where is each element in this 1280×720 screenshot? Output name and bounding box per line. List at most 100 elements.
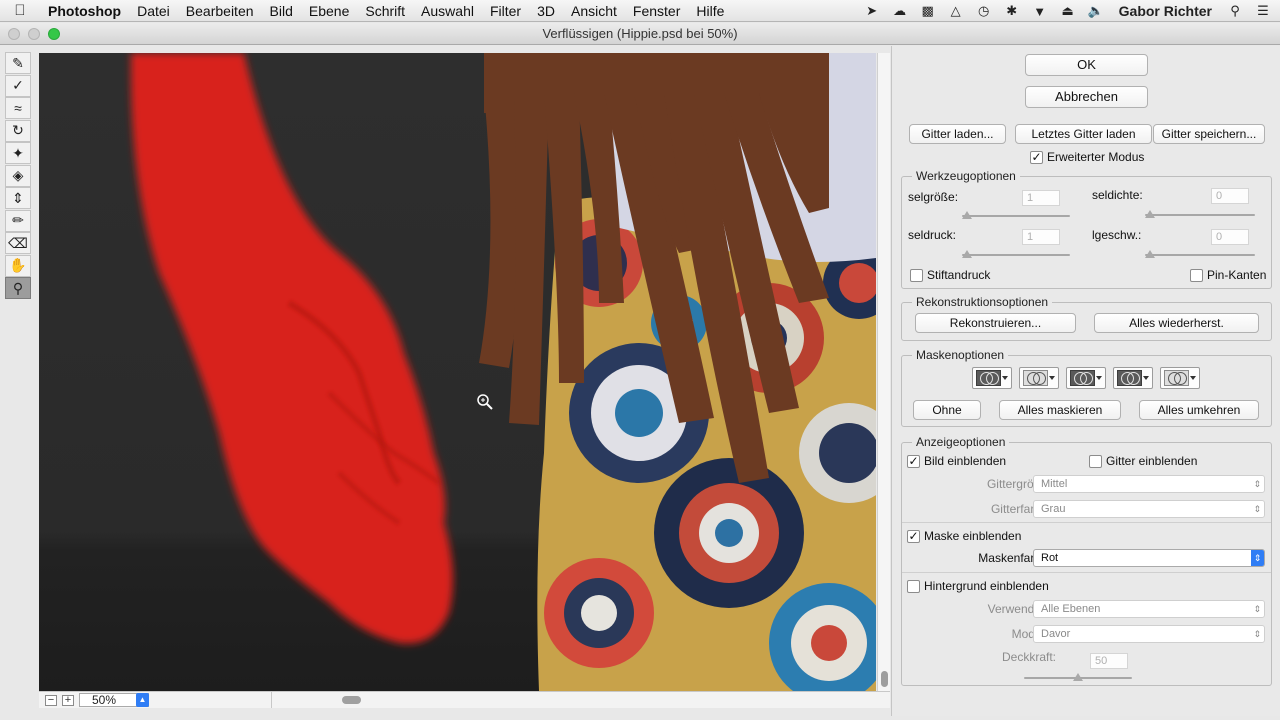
show-image-label: Bild einblenden — [924, 454, 1007, 468]
menu-auswahl[interactable]: Auswahl — [413, 0, 482, 22]
window-zoom-button[interactable] — [48, 28, 60, 40]
freeze-mask-tool-icon[interactable]: ✏ — [5, 209, 31, 232]
pin-edges-checkbox[interactable]: Pin-Kanten — [1190, 268, 1266, 282]
brush-rate-field[interactable]: 0 — [1211, 229, 1249, 245]
vertical-scrollbar[interactable] — [877, 53, 890, 691]
cancel-button[interactable]: Abbrechen — [1025, 86, 1148, 108]
opacity-label: Deckkraft: — [1001, 650, 1056, 664]
bluetooth-icon[interactable]: ✱ — [1003, 3, 1021, 19]
advanced-mode-label: Erweiterter Modus — [1047, 150, 1145, 164]
brush-density-slider[interactable] — [1145, 210, 1255, 219]
airplay-icon[interactable]: △ — [947, 3, 965, 19]
spotlight-search-icon[interactable]: ⚲ — [1226, 3, 1244, 19]
reconstruct-button[interactable]: Rekonstruieren... — [915, 313, 1076, 333]
zoom-out-button[interactable]: − — [45, 695, 57, 706]
menu-3d[interactable]: 3D — [529, 0, 563, 22]
window-close-button[interactable] — [8, 28, 20, 40]
zoom-stepper-icon[interactable]: ▲ — [136, 693, 149, 707]
horizontal-scroll-thumb[interactable] — [342, 696, 361, 704]
show-mask-checkbox[interactable]: ✓ Maske einblenden — [907, 529, 1021, 543]
chevron-down-icon — [1096, 376, 1102, 380]
mask-subtract-selection-button[interactable] — [1066, 367, 1106, 389]
advanced-mode-checkbox[interactable]: ✓ Erweiterter Modus — [1030, 150, 1144, 164]
window-minimize-button[interactable] — [28, 28, 40, 40]
canvas-status-bar: − + 50% ▲ — [39, 691, 890, 708]
opacity-field[interactable]: 50 — [1090, 653, 1128, 669]
tool-options-title: Werkzeugoptionen — [912, 169, 1020, 183]
brush-size-field[interactable]: 1 — [1022, 190, 1060, 206]
pucker-tool-icon[interactable]: ✦ — [5, 142, 31, 164]
thaw-mask-tool-icon[interactable]: ⌫ — [5, 232, 31, 254]
mask-intersect-selection-button[interactable] — [1113, 367, 1153, 389]
hand-tool-icon[interactable]: ✋ — [5, 254, 31, 277]
menu-ansicht[interactable]: Ansicht — [563, 0, 625, 22]
save-mesh-button[interactable]: Gitter speichern... — [1153, 124, 1265, 144]
mask-add-selection-button[interactable] — [1019, 367, 1059, 389]
opacity-slider[interactable] — [1024, 673, 1132, 682]
pin-edges-box — [1190, 268, 1203, 282]
zoom-tool-icon[interactable]: ⚲ — [5, 277, 31, 299]
ok-button[interactable]: OK — [1025, 54, 1148, 76]
eject-icon[interactable]: ⏏ — [1059, 3, 1077, 19]
show-mesh-label: Gitter einblenden — [1106, 454, 1198, 468]
stylus-pressure-checkbox[interactable]: Stiftandruck — [910, 268, 990, 282]
mask-color-select[interactable]: Rot ⇕ — [1033, 549, 1265, 567]
brush-rate-label: lgeschw.: — [1092, 228, 1142, 242]
mask-add-icon — [1023, 370, 1048, 386]
bloat-tool-icon[interactable]: ◈ — [5, 164, 31, 187]
reconstruct-tool-icon[interactable]: ✓ — [5, 74, 31, 97]
brush-pressure-slider[interactable] — [962, 250, 1070, 259]
load-last-mesh-button[interactable]: Letztes Gitter laden — [1015, 124, 1152, 144]
mask-all-button[interactable]: Alles maskieren — [999, 400, 1121, 420]
mask-invert-selection-button[interactable] — [1160, 367, 1200, 389]
user-name[interactable]: Gabor Richter — [1115, 3, 1216, 19]
mode-select[interactable]: Davor ⇕ — [1033, 625, 1265, 643]
notification-center-icon[interactable]: ☰ — [1254, 3, 1272, 19]
mask-replace-icon — [976, 370, 1001, 386]
mask-none-button[interactable]: Ohne — [913, 400, 981, 420]
menu-bearbeiten[interactable]: Bearbeiten — [178, 0, 262, 22]
select-arrows-icon: ⇕ — [1253, 504, 1261, 514]
menu-schrift[interactable]: Schrift — [357, 0, 413, 22]
image-canvas[interactable] — [39, 53, 876, 691]
volume-icon[interactable]: 🔈 — [1087, 3, 1105, 19]
brush-pressure-field[interactable]: 1 — [1022, 229, 1060, 245]
mesh-color-select[interactable]: Grau ⇕ — [1033, 500, 1265, 518]
menu-filter[interactable]: Filter — [482, 0, 529, 22]
menu-bild[interactable]: Bild — [262, 0, 301, 22]
zoom-in-button[interactable]: + — [62, 695, 74, 706]
forward-warp-tool-icon[interactable]: ✎ — [5, 52, 31, 74]
push-left-tool-icon[interactable]: ⇕ — [5, 187, 31, 209]
wifi-icon[interactable]: ▼ — [1031, 3, 1049, 19]
menu-app-photoshop[interactable]: Photoshop — [40, 0, 129, 22]
restore-all-button[interactable]: Alles wiederherst. — [1094, 313, 1259, 333]
status-cloud-icon[interactable]: ☁ — [891, 3, 909, 19]
mesh-size-select[interactable]: Mittel ⇕ — [1033, 475, 1265, 493]
menu-fenster[interactable]: Fenster — [625, 0, 688, 22]
mask-replace-selection-button[interactable] — [972, 367, 1012, 389]
status-arrow-icon[interactable]: ➤ — [863, 3, 881, 19]
show-image-checkbox[interactable]: ✓ Bild einblenden — [907, 454, 1006, 468]
menu-datei[interactable]: Datei — [129, 0, 178, 22]
menu-ebene[interactable]: Ebene — [301, 0, 357, 22]
brush-size-label: selgröße: — [908, 190, 959, 204]
status-display-icon[interactable]: ▩ — [919, 3, 937, 19]
brush-rate-slider[interactable] — [1145, 250, 1255, 259]
stylus-pressure-box — [910, 268, 923, 282]
window-title-bar: Verflüssigen (Hippie.psd bei 50%) — [0, 23, 1280, 45]
brush-size-slider[interactable] — [962, 211, 1070, 220]
show-backdrop-box — [907, 579, 920, 593]
twirl-clockwise-tool-icon[interactable]: ↻ — [5, 119, 31, 142]
brush-density-field[interactable]: 0 — [1211, 188, 1249, 204]
vertical-scroll-thumb[interactable] — [881, 671, 888, 687]
load-mesh-button[interactable]: Gitter laden... — [909, 124, 1006, 144]
show-backdrop-checkbox[interactable]: Hintergrund einblenden — [907, 579, 1049, 593]
menu-hilfe[interactable]: Hilfe — [688, 0, 732, 22]
apple-logo-icon[interactable]:  — [0, 2, 40, 19]
time-machine-icon[interactable]: ◷ — [975, 3, 993, 19]
show-mesh-checkbox[interactable]: Gitter einblenden — [1089, 454, 1197, 468]
invert-all-button[interactable]: Alles umkehren — [1139, 400, 1259, 420]
use-select[interactable]: Alle Ebenen ⇕ — [1033, 600, 1265, 618]
brush-pressure-label: seldruck: — [908, 228, 957, 242]
smooth-tool-icon[interactable]: ≈ — [5, 97, 31, 119]
